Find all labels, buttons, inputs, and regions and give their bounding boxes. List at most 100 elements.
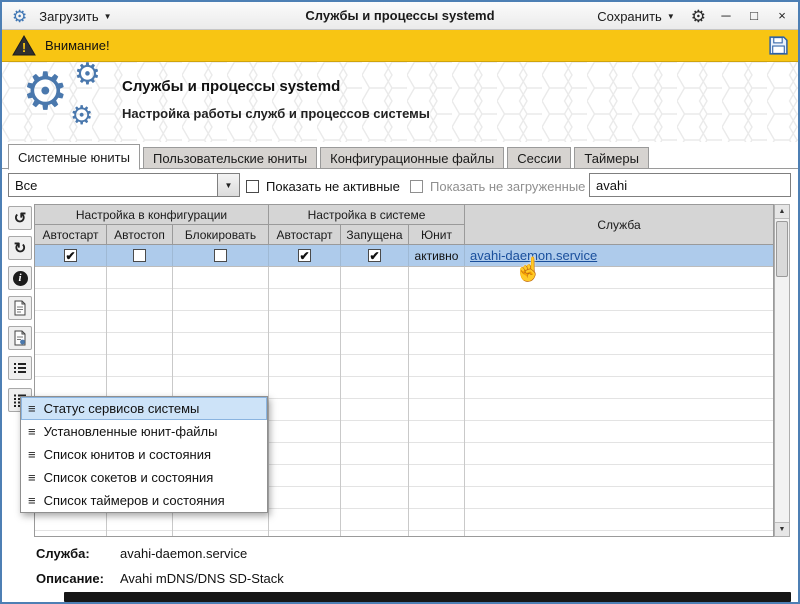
show-inactive-filter: Показать не активные — [246, 179, 400, 194]
cell-running: ✔ — [341, 245, 409, 266]
journal-button[interactable] — [8, 326, 32, 350]
titlebar: ⚙ Загрузить ▼ Службы и процессы systemd … — [2, 2, 798, 30]
log-list-button[interactable] — [8, 356, 32, 380]
menu-item-units-list[interactable]: ≡ Список юнитов и состояния — [21, 443, 267, 466]
tab-timers[interactable]: Таймеры — [574, 147, 649, 169]
settings-gear-icon[interactable]: ⚙ — [691, 8, 706, 25]
scrollbar-thumb[interactable] — [776, 221, 788, 277]
description-label: Описание: — [36, 571, 120, 586]
document-icon — [12, 300, 28, 316]
column-header-row: Автостарт Автостоп Блокировать Автостарт… — [35, 225, 465, 244]
refresh-button[interactable]: ↻ — [8, 236, 32, 260]
group-header-row: Настройка в конфигурации Настройка в сис… — [35, 205, 465, 225]
list-icon: ≡ — [28, 402, 36, 415]
running-checkbox[interactable]: ✔ — [368, 249, 381, 262]
header-banner: ⚙ ⚙ ⚙ Службы и процессы systemd Настройк… — [2, 62, 798, 142]
unit-filter-select[interactable]: Все ▼ — [8, 173, 240, 197]
app-window: ⚙ Загрузить ▼ Службы и процессы systemd … — [0, 0, 800, 604]
chevron-down-icon: ▼ — [104, 12, 112, 21]
menu-item-installed-unit-files[interactable]: ≡ Установленные юнит-файлы — [21, 420, 267, 443]
warning-bar: ! Внимание! — [2, 30, 798, 62]
cell-service: avahi-daemon.service — [465, 245, 773, 266]
table-scrollbar[interactable]: ▲ ▼ — [774, 204, 790, 537]
cell-autostop — [107, 245, 173, 266]
journal-icon — [12, 330, 28, 346]
show-inactive-label: Показать не активные — [266, 179, 400, 194]
tab-config-files[interactable]: Конфигурационные файлы — [320, 147, 504, 169]
undo-icon: ↺ — [14, 211, 27, 226]
document-button[interactable] — [8, 296, 32, 320]
list-icon: ≡ — [28, 471, 36, 484]
list-icon: ≡ — [28, 448, 36, 461]
grid-vline — [464, 267, 465, 536]
combo-dropdown-button[interactable]: ▼ — [217, 174, 239, 196]
app-logo-gears-icon: ⚙ ⚙ ⚙ — [18, 64, 118, 142]
table-header: Настройка в конфигурации Настройка в сис… — [35, 205, 773, 245]
list-icon: ≡ — [28, 494, 36, 507]
autostop-checkbox[interactable] — [133, 249, 146, 262]
autostart-config-checkbox[interactable]: ✔ — [64, 249, 77, 262]
show-unloaded-label: Показать не загруженные — [430, 179, 585, 194]
col-header-block[interactable]: Блокировать — [173, 225, 269, 244]
info-icon: i — [13, 271, 28, 286]
chevron-down-icon: ▼ — [225, 181, 233, 190]
col-header-running[interactable]: Запущена — [341, 225, 409, 244]
col-header-autostart-config[interactable]: Автостарт — [35, 225, 107, 244]
bottom-scrollbar[interactable] — [64, 592, 791, 602]
search-input[interactable] — [589, 173, 791, 197]
menu-item-sockets-list[interactable]: ≡ Список сокетов и состояния — [21, 466, 267, 489]
block-checkbox[interactable] — [214, 249, 227, 262]
table-row[interactable]: ✔ ✔ ✔ активно avahi-daemon.service — [35, 245, 773, 267]
cell-block — [173, 245, 269, 266]
cell-autostart-system: ✔ — [269, 245, 341, 266]
cell-unit-status: активно — [409, 245, 465, 266]
arrow-down-icon: ▼ — [779, 526, 786, 533]
history-button[interactable]: ↺ — [8, 206, 32, 230]
menu-item-label: Список юнитов и состояния — [44, 447, 211, 462]
tab-user-units[interactable]: Пользовательские юниты — [143, 147, 317, 169]
chevron-down-icon: ▼ — [667, 12, 675, 21]
app-icon: ⚙ — [12, 8, 27, 25]
cursor-hand-icon: ☝ — [514, 256, 543, 283]
col-header-service[interactable]: Служба — [465, 205, 773, 244]
close-button[interactable]: × — [774, 2, 790, 30]
load-button[interactable]: Загрузить ▼ — [35, 7, 115, 26]
menu-item-label: Статус сервисов системы — [44, 401, 200, 416]
service-value: avahi-daemon.service — [120, 546, 247, 561]
titlebar-left: ⚙ Загрузить ▼ — [12, 2, 116, 30]
list-icon — [12, 360, 28, 376]
maximize-button[interactable]: □ — [746, 2, 762, 30]
scroll-down-button[interactable]: ▼ — [775, 522, 789, 536]
tabstrip: Системные юниты Пользовательские юниты К… — [2, 143, 798, 169]
scroll-up-button[interactable]: ▲ — [775, 205, 789, 219]
col-header-unit[interactable]: Юнит — [409, 225, 465, 244]
minimize-button[interactable]: ─ — [718, 2, 734, 30]
tab-system-units[interactable]: Системные юниты — [8, 144, 140, 170]
col-header-autostop[interactable]: Автостоп — [107, 225, 173, 244]
page-title: Службы и процессы systemd — [122, 78, 340, 95]
col-header-autostart-system[interactable]: Автостарт — [269, 225, 341, 244]
tab-sessions[interactable]: Сессии — [507, 147, 571, 169]
page-subtitle: Настройка работы служб и процессов систе… — [122, 106, 430, 121]
description-value: Avahi mDNS/DNS SD-Stack — [120, 571, 284, 586]
autostart-system-checkbox[interactable]: ✔ — [298, 249, 311, 262]
show-inactive-checkbox[interactable] — [246, 180, 259, 193]
warning-exclamation: ! — [22, 40, 26, 55]
show-unloaded-checkbox[interactable] — [410, 180, 423, 193]
hexagon-pattern — [2, 62, 798, 142]
save-file-icon[interactable] — [768, 35, 789, 56]
table-header-left: Настройка в конфигурации Настройка в сис… — [35, 205, 465, 244]
save-button[interactable]: Сохранить ▼ — [593, 7, 679, 26]
arrow-up-icon: ▲ — [779, 208, 786, 215]
group-header-config: Настройка в конфигурации — [35, 205, 269, 225]
grid-vline — [268, 267, 269, 536]
unit-filter-value: Все — [9, 178, 217, 193]
titlebar-right: Сохранить ▼ ⚙ ─ □ × — [593, 2, 790, 30]
menu-item-services-status[interactable]: ≡ Статус сервисов системы — [21, 397, 267, 420]
gear-icon: ⚙ — [74, 62, 101, 90]
grid-vline — [340, 267, 341, 536]
list-icon: ≡ — [28, 425, 36, 438]
info-button[interactable]: i — [8, 266, 32, 290]
load-button-label: Загрузить — [39, 9, 98, 24]
menu-item-timers-list[interactable]: ≡ Список таймеров и состояния — [21, 489, 267, 512]
